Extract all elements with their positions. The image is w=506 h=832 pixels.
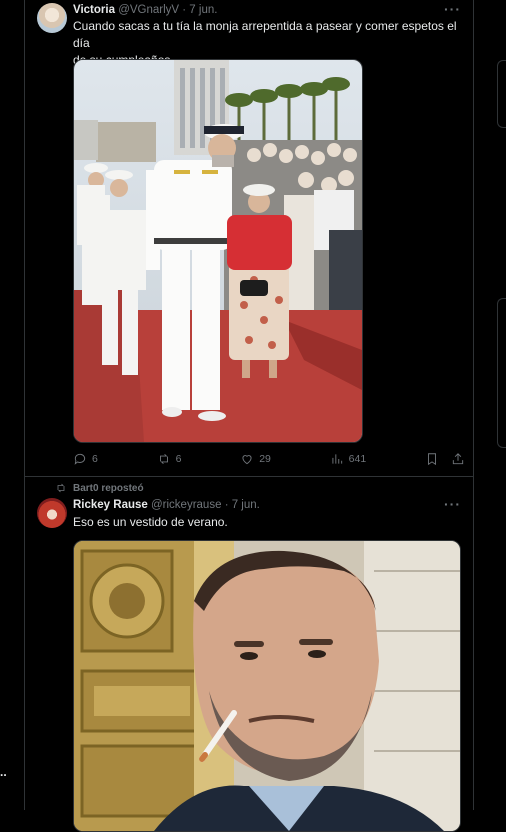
like-icon (242, 455, 252, 465)
tweet-header: Victoria @VGnarlyV · 7 jun. (73, 4, 217, 16)
views-icon (332, 454, 342, 464)
tweet-actions: 6 6 29 641 (73, 449, 465, 469)
share-icon[interactable] (451, 452, 465, 466)
tweet-date[interactable]: · 7 jun. (182, 4, 217, 16)
avatar[interactable] (37, 498, 67, 528)
repost-icon (159, 454, 168, 464)
avatar[interactable] (37, 3, 67, 33)
tweet-text: Eso es un vestido de verano. (73, 515, 228, 529)
reposted-by-label: Bart0 reposteó (73, 482, 144, 494)
repost-button[interactable]: 6 (157, 452, 182, 466)
right-panel-edge (497, 298, 506, 448)
photo-illustration (74, 541, 460, 831)
tweet-photo[interactable] (73, 540, 461, 832)
tweet-header: Rickey Rause @rickeyrause · 7 jun. (73, 499, 260, 511)
like-count: 29 (259, 453, 271, 465)
like-button[interactable]: 29 (240, 452, 271, 466)
user-handle[interactable]: @VGnarlyV (118, 4, 179, 16)
ellipsis-marker: .. (0, 765, 7, 779)
display-name[interactable]: Victoria (73, 4, 115, 16)
bookmark-icon[interactable] (425, 452, 439, 466)
repost-icon (57, 483, 65, 493)
tweet[interactable]: Bart0 reposteó Rickey Rause @rickeyrause… (25, 477, 473, 832)
more-options-button[interactable]: ··· (444, 1, 461, 17)
reply-count: 6 (92, 453, 98, 465)
display-name[interactable]: Rickey Rause (73, 499, 148, 511)
views-button[interactable]: 641 (330, 452, 367, 466)
reply-icon (74, 453, 86, 465)
tweet-date[interactable]: · 7 jun. (225, 499, 260, 511)
repost-count: 6 (175, 453, 182, 465)
tweet-photo[interactable] (73, 59, 363, 443)
reply-button[interactable]: 6 (73, 452, 98, 466)
tweet-text-line: Cuando sacas a tu tía la monja arrepenti… (73, 19, 457, 50)
timeline-column: Victoria @VGnarlyV · 7 jun. ··· Cuando s… (24, 0, 474, 832)
user-handle[interactable]: @rickeyrause (151, 499, 221, 511)
tweet-extra-actions (425, 452, 465, 466)
repost-context[interactable]: Bart0 reposteó (55, 482, 144, 494)
right-panel-edge (497, 60, 506, 128)
view-count: 641 (348, 453, 367, 465)
tweet[interactable]: Victoria @VGnarlyV · 7 jun. ··· Cuando s… (25, 0, 473, 476)
photo-illustration (74, 60, 362, 442)
more-options-button[interactable]: ··· (444, 496, 461, 512)
